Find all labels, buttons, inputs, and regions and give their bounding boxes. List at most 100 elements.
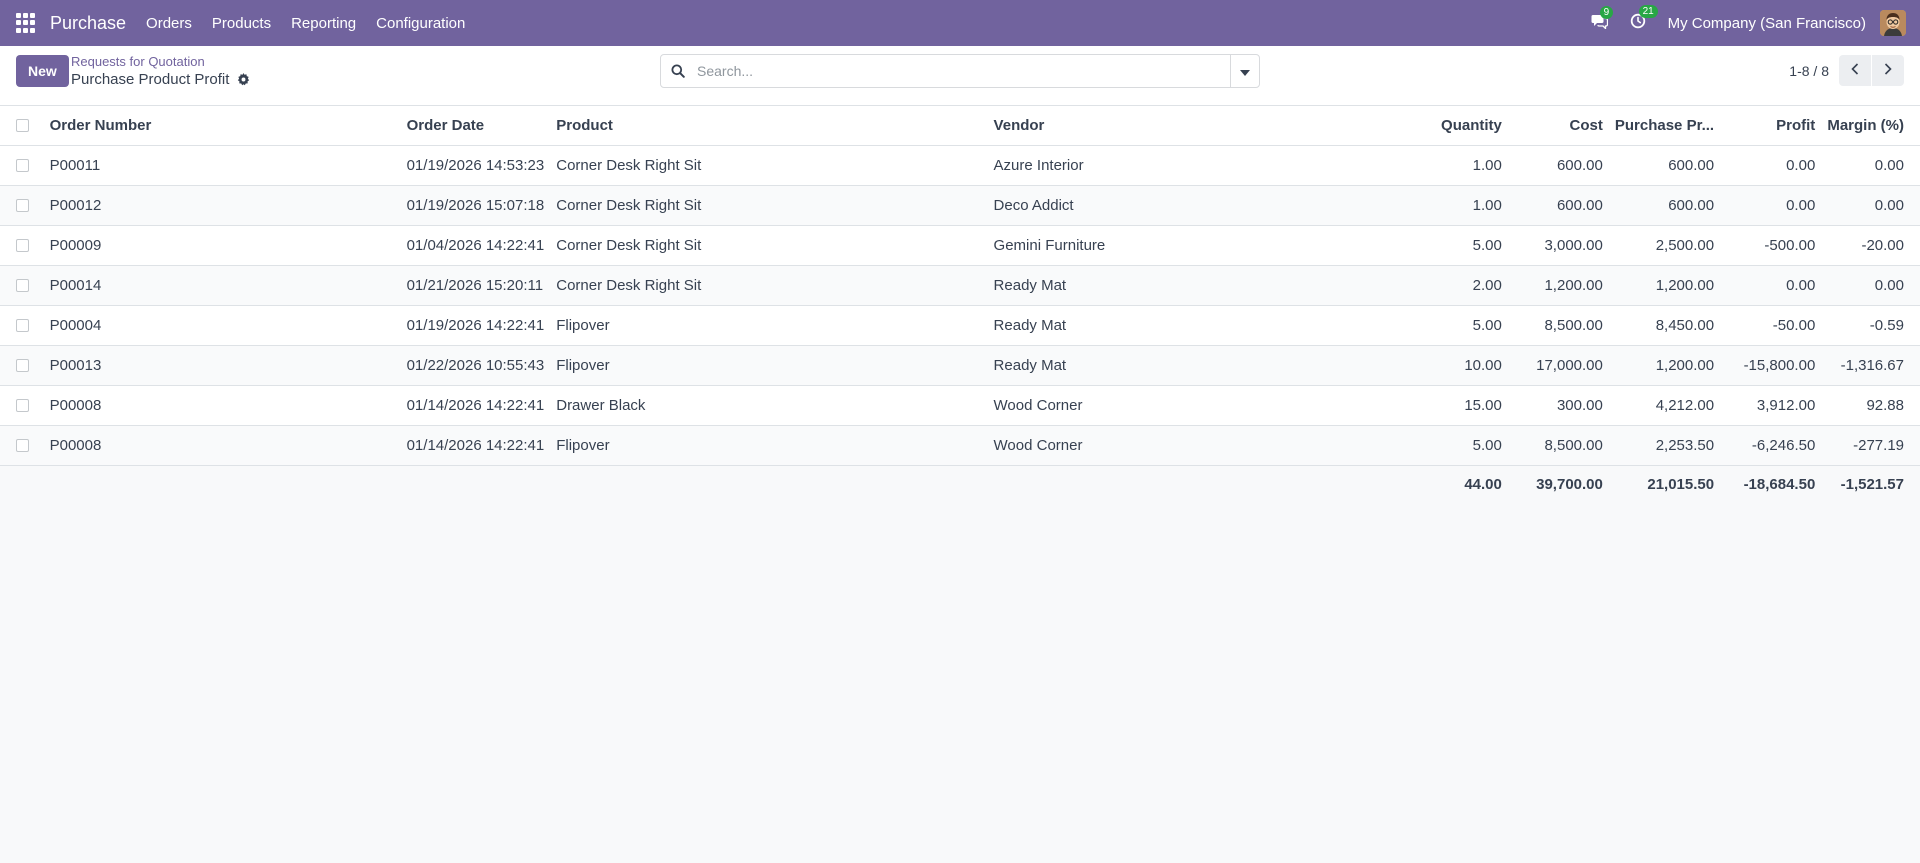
top-navbar: Purchase Orders Products Reporting Confi… <box>0 0 1920 46</box>
column-purchase-price[interactable]: Purchase Pr... <box>1608 106 1721 146</box>
purchase-profit-table: Order Number Order Date Product Vendor Q… <box>0 106 1920 503</box>
order-number-cell: P00008 <box>43 385 401 426</box>
row-select-cell <box>0 265 44 306</box>
order-number-cell: P00004 <box>43 305 401 346</box>
total-quantity: 44.00 <box>1407 465 1508 503</box>
app-brand[interactable]: Purchase <box>50 13 126 34</box>
row-checkbox[interactable] <box>16 279 29 293</box>
menu-orders[interactable]: Orders <box>146 15 192 32</box>
new-button[interactable]: New <box>16 55 69 87</box>
messages-button[interactable]: 9 <box>1591 5 1614 33</box>
row-checkbox[interactable] <box>16 159 29 173</box>
quantity-cell: 2.00 <box>1407 265 1508 306</box>
search-input[interactable] <box>697 55 1230 87</box>
table-header-row: Order Number Order Date Product Vendor Q… <box>0 106 1920 146</box>
column-cost[interactable]: Cost <box>1507 106 1609 146</box>
profit-cell: 0.00 <box>1720 265 1822 306</box>
activities-badge: 21 <box>1638 5 1658 18</box>
purchase-price-cell: 2,500.00 <box>1608 225 1721 266</box>
menu-reporting[interactable]: Reporting <box>291 15 356 32</box>
order-date-cell: 01/22/2026 10:55:43 <box>400 345 551 386</box>
cost-cell: 17,000.00 <box>1507 345 1609 386</box>
table-row[interactable]: P00011 01/19/2026 14:53:23 Corner Desk R… <box>0 145 1920 186</box>
total-purchase-price: 21,015.50 <box>1608 465 1721 503</box>
vendor-cell: Wood Corner <box>987 385 1408 426</box>
margin-cell: 0.00 <box>1821 265 1920 306</box>
margin-cell: 92.88 <box>1821 385 1920 426</box>
chevron-left-icon <box>1851 63 1859 78</box>
select-all-checkbox[interactable] <box>16 119 29 133</box>
vendor-cell: Ready Mat <box>987 305 1408 346</box>
purchase-price-cell: 1,200.00 <box>1608 345 1721 386</box>
search-options-toggle[interactable] <box>1230 55 1259 87</box>
row-select-cell <box>0 145 44 186</box>
table-row[interactable]: P00009 01/04/2026 14:22:41 Corner Desk R… <box>0 225 1920 266</box>
purchase-price-cell: 600.00 <box>1608 145 1721 186</box>
profit-cell: 3,912.00 <box>1720 385 1822 426</box>
row-select-cell <box>0 225 44 266</box>
cost-cell: 3,000.00 <box>1507 225 1609 266</box>
breadcrumb-current-wrapper: Purchase Product Profit <box>71 71 250 88</box>
table-row[interactable]: P00013 01/22/2026 10:55:43 Flipover Read… <box>0 345 1920 386</box>
quantity-cell: 5.00 <box>1407 305 1508 346</box>
row-checkbox[interactable] <box>16 319 29 333</box>
row-checkbox[interactable] <box>16 239 29 253</box>
vendor-cell: Azure Interior <box>987 145 1408 186</box>
margin-cell: -1,316.67 <box>1821 345 1920 386</box>
profit-cell: -50.00 <box>1720 305 1822 346</box>
column-vendor[interactable]: Vendor <box>987 106 1408 146</box>
row-checkbox[interactable] <box>16 359 29 373</box>
pager-previous-button[interactable] <box>1839 55 1871 86</box>
vendor-cell: Ready Mat <box>987 265 1408 306</box>
table-row[interactable]: P00008 01/14/2026 14:22:41 Flipover Wood… <box>0 425 1920 466</box>
row-checkbox[interactable] <box>16 199 29 213</box>
chevron-right-icon <box>1884 63 1892 78</box>
gear-icon[interactable] <box>237 73 250 86</box>
totals-spacer <box>43 465 401 503</box>
quantity-cell: 10.00 <box>1407 345 1508 386</box>
order-number-cell: P00012 <box>43 185 401 226</box>
product-cell: Corner Desk Right Sit <box>550 265 988 306</box>
profit-cell: 0.00 <box>1720 145 1822 186</box>
cost-cell: 1,200.00 <box>1507 265 1609 306</box>
product-cell: Corner Desk Right Sit <box>550 145 988 186</box>
product-cell: Corner Desk Right Sit <box>550 225 988 266</box>
breadcrumb-parent[interactable]: Requests for Quotation <box>71 54 250 69</box>
column-product[interactable]: Product <box>550 106 988 146</box>
column-order-number[interactable]: Order Number <box>43 106 401 146</box>
table-row[interactable]: P00004 01/19/2026 14:22:41 Flipover Read… <box>0 305 1920 346</box>
column-margin[interactable]: Margin (%) <box>1821 106 1920 146</box>
margin-cell: 0.00 <box>1821 185 1920 226</box>
activities-button[interactable]: 21 <box>1630 5 1658 33</box>
pager-next-button[interactable] <box>1872 55 1904 86</box>
menu-products[interactable]: Products <box>212 15 271 32</box>
quantity-cell: 1.00 <box>1407 185 1508 226</box>
order-date-cell: 01/04/2026 14:22:41 <box>400 225 551 266</box>
purchase-price-cell: 8,450.00 <box>1608 305 1721 346</box>
totals-spacer <box>0 465 44 503</box>
row-checkbox[interactable] <box>16 439 29 453</box>
purchase-price-cell: 600.00 <box>1608 185 1721 226</box>
column-order-date[interactable]: Order Date <box>400 106 551 146</box>
column-quantity[interactable]: Quantity <box>1407 106 1508 146</box>
table-row[interactable]: P00012 01/19/2026 15:07:18 Corner Desk R… <box>0 185 1920 226</box>
row-checkbox[interactable] <box>16 399 29 413</box>
profit-cell: -15,800.00 <box>1720 345 1822 386</box>
company-switcher[interactable]: My Company (San Francisco) <box>1668 15 1866 32</box>
totals-spacer <box>550 465 988 503</box>
table-row[interactable]: P00008 01/14/2026 14:22:41 Drawer Black … <box>0 385 1920 426</box>
pager-value[interactable]: 1-8 / 8 <box>1789 63 1829 79</box>
apps-menu-icon[interactable] <box>16 13 36 33</box>
table-row[interactable]: P00014 01/21/2026 15:20:11 Corner Desk R… <box>0 265 1920 306</box>
cost-cell: 600.00 <box>1507 185 1609 226</box>
column-profit[interactable]: Profit <box>1720 106 1822 146</box>
breadcrumb-current: Purchase Product Profit <box>71 71 230 88</box>
row-select-cell <box>0 305 44 346</box>
margin-cell: 0.00 <box>1821 145 1920 186</box>
order-date-cell: 01/19/2026 14:53:23 <box>400 145 551 186</box>
menu-configuration[interactable]: Configuration <box>376 15 465 32</box>
purchase-price-cell: 1,200.00 <box>1608 265 1721 306</box>
search-box <box>660 54 1260 88</box>
user-avatar[interactable] <box>1880 10 1906 36</box>
order-date-cell: 01/19/2026 15:07:18 <box>400 185 551 226</box>
